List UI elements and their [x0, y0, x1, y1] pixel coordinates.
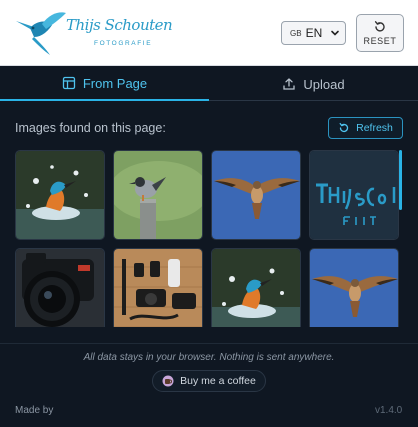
- kestrel-flying-image: [212, 151, 300, 239]
- hummingbird-icon: [16, 12, 66, 55]
- language-select[interactable]: GB EN: [281, 21, 346, 45]
- images-found-label: Images found on this page:: [15, 121, 166, 135]
- coffee-icon: [162, 375, 174, 387]
- flag-icon: GB: [290, 28, 302, 38]
- source-tabs: From Page Upload: [0, 67, 418, 101]
- image-grid: [15, 150, 400, 327]
- refresh-button[interactable]: Refresh: [328, 117, 403, 139]
- image-thumbnail[interactable]: [113, 150, 203, 240]
- camera-lens-image: [16, 249, 104, 327]
- logo-wordmark: Thijs Schouten: [66, 16, 173, 34]
- image-thumbnail[interactable]: [211, 248, 301, 327]
- tab-from-page[interactable]: From Page: [0, 67, 209, 101]
- language-code: EN: [305, 26, 323, 40]
- tab-upload[interactable]: Upload: [209, 67, 418, 101]
- chevron-down-icon: [331, 30, 339, 36]
- layout-icon: [62, 76, 75, 90]
- image-thumbnail[interactable]: [113, 248, 203, 327]
- footer-divider: [0, 343, 418, 344]
- rotate-ccw-icon: [374, 21, 385, 32]
- upload-icon: [283, 78, 296, 90]
- refresh-icon: [339, 122, 349, 133]
- image-thumbnail[interactable]: [15, 150, 105, 240]
- version-label: v1.4.0: [375, 405, 403, 416]
- reset-button[interactable]: RESET: [356, 14, 404, 52]
- made-by-label: Made by: [15, 405, 54, 416]
- logo-crop-image: [310, 151, 398, 239]
- gear-flatlay-image: [114, 249, 202, 327]
- app-header: Thijs Schouten FOTOGRAFIE GB EN RESET: [0, 0, 418, 66]
- brand-logo: Thijs Schouten FOTOGRAFIE: [12, 7, 173, 59]
- image-grid-scrollbar[interactable]: [399, 150, 402, 210]
- privacy-note: All data stays in your browser. Nothing …: [83, 352, 335, 363]
- kingfisher-splash-image: [16, 151, 104, 239]
- reset-label: RESET: [363, 36, 397, 46]
- refresh-label: Refresh: [356, 122, 393, 134]
- image-thumbnail[interactable]: [211, 150, 301, 240]
- buy-coffee-button[interactable]: Buy me a coffee: [152, 370, 266, 392]
- kingfisher-splash-image: [212, 249, 300, 327]
- image-thumbnail[interactable]: [309, 150, 399, 240]
- kestrel-flying-image: [310, 249, 398, 327]
- logo-subtitle: FOTOGRAFIE: [94, 40, 153, 47]
- bird-on-post-image: [114, 151, 202, 239]
- tab-upload-label: Upload: [303, 76, 345, 92]
- buy-coffee-label: Buy me a coffee: [180, 375, 256, 387]
- image-thumbnail[interactable]: [15, 248, 105, 327]
- tab-from-page-label: From Page: [82, 75, 148, 91]
- image-thumbnail[interactable]: [309, 248, 399, 327]
